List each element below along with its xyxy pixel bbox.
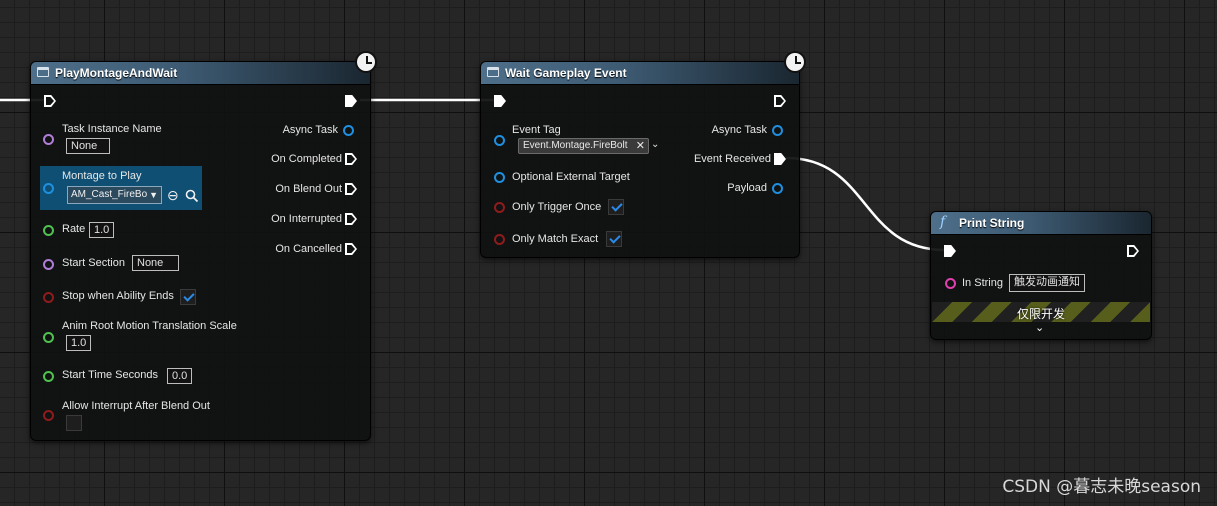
rate-pin[interactable] <box>43 225 54 236</box>
exec-output-pin[interactable] <box>774 95 786 107</box>
montage-asset-combo[interactable]: AM_Cast_FireBo ▼ <box>67 186 162 204</box>
rate-label: Rate <box>62 223 86 235</box>
montage-asset-value: AM_Cast_FireBo <box>71 189 148 200</box>
event-tag-value: Event.Montage.FireBolt <box>523 140 628 151</box>
exec-input-pin[interactable] <box>44 95 56 107</box>
stop-when-ability-ends-label: Stop when Ability Ends <box>62 290 174 302</box>
close-icon[interactable]: ✕ <box>636 139 645 153</box>
blueprint-node-icon <box>37 67 49 77</box>
start-section-label: Start Section <box>62 257 125 269</box>
clock-icon <box>355 51 377 73</box>
stop-when-ability-ends-pin[interactable] <box>43 292 54 303</box>
start-time-seconds-pin[interactable] <box>43 371 54 382</box>
on-completed-exec-pin[interactable] <box>345 153 357 165</box>
exec-wire-event-to-print <box>785 156 946 252</box>
development-only-label: 仅限开发 <box>1016 307 1065 321</box>
on-interrupted-label: On Interrupted <box>271 213 342 225</box>
exec-output-pin[interactable] <box>1127 245 1139 257</box>
anim-root-motion-pin[interactable] <box>43 332 54 343</box>
in-string-pin[interactable] <box>945 278 956 289</box>
in-string-input[interactable]: 触发动画通知 <box>1009 274 1085 292</box>
only-trigger-once-pin[interactable] <box>494 202 505 213</box>
rate-input[interactable]: 1.0 <box>89 222 115 238</box>
on-blend-out-label: On Blend Out <box>275 183 342 195</box>
event-tag-pin[interactable] <box>494 135 505 146</box>
node-header[interactable]: Wait Gameplay Event <box>481 62 799 85</box>
print-string-node[interactable]: f Print String In String 触发动画通知 仅限开发 ⌄ <box>930 211 1152 340</box>
optional-external-target-label: Optional External Target <box>512 171 630 183</box>
node-header[interactable]: PlayMontageAndWait <box>31 62 370 85</box>
watermark: CSDN @暮志未晚season <box>1002 477 1201 497</box>
event-tag-label: Event Tag <box>512 124 561 136</box>
wait-gameplay-event-node[interactable]: Wait Gameplay Event Event Tag Event.Mont… <box>480 51 806 258</box>
node-title: Print String <box>959 216 1025 230</box>
on-cancelled-label: On Cancelled <box>275 243 342 255</box>
exec-input-pin[interactable] <box>494 95 506 107</box>
blueprint-node-icon <box>487 67 499 77</box>
only-trigger-once-label: Only Trigger Once <box>512 201 602 213</box>
start-time-seconds-input[interactable]: 0.0 <box>167 368 193 384</box>
on-interrupted-exec-pin[interactable] <box>345 213 357 225</box>
async-task-pin[interactable] <box>772 125 783 136</box>
chevron-down-icon: ▼ <box>149 190 158 200</box>
task-instance-name-label: Task Instance Name <box>62 123 162 135</box>
async-task-pin[interactable] <box>343 125 354 136</box>
event-tag-chip[interactable]: Event.Montage.FireBolt ✕ <box>518 138 649 154</box>
node-title: Wait Gameplay Event <box>505 66 627 80</box>
stop-when-ability-ends-checkbox[interactable] <box>180 289 196 305</box>
event-received-exec-pin[interactable] <box>774 153 786 165</box>
only-match-exact-pin[interactable] <box>494 234 505 245</box>
on-completed-label: On Completed <box>271 153 342 165</box>
on-cancelled-exec-pin[interactable] <box>345 243 357 255</box>
montage-to-play-pin[interactable] <box>43 183 54 194</box>
clock-icon <box>784 51 806 73</box>
async-task-label: Async Task <box>711 124 767 136</box>
payload-label: Payload <box>727 182 767 194</box>
allow-interrupt-pin[interactable] <box>43 410 54 421</box>
anim-root-motion-input[interactable]: 1.0 <box>66 335 92 351</box>
async-task-label: Async Task <box>282 124 338 136</box>
allow-interrupt-label: Allow Interrupt After Blend Out <box>62 400 210 412</box>
exec-output-pin[interactable] <box>345 95 357 107</box>
browse-icon[interactable]: ⊖ <box>167 188 179 202</box>
development-only-banner: 仅限开发 <box>932 302 1150 322</box>
only-match-exact-label: Only Match Exact <box>512 233 599 245</box>
on-blend-out-exec-pin[interactable] <box>345 183 357 195</box>
anim-root-motion-label: Anim Root Motion Translation Scale <box>62 320 237 332</box>
search-icon[interactable] <box>185 189 199 203</box>
start-section-input[interactable]: None <box>132 255 179 271</box>
node-header[interactable]: f Print String <box>931 212 1151 235</box>
task-instance-name-input[interactable]: None <box>66 138 110 154</box>
only-trigger-once-checkbox[interactable] <box>608 199 624 215</box>
task-instance-name-pin[interactable] <box>43 134 54 145</box>
allow-interrupt-checkbox[interactable] <box>66 415 82 431</box>
chevron-down-icon[interactable]: ⌄ <box>651 139 659 150</box>
play-montage-and-wait-node[interactable]: PlayMontageAndWait Task Instance Name No… <box>30 51 377 441</box>
payload-pin[interactable] <box>772 183 783 194</box>
event-received-label: Event Received <box>693 153 771 165</box>
expand-chevron-icon[interactable]: ⌄ <box>1035 321 1044 334</box>
only-match-exact-checkbox[interactable] <box>606 231 622 247</box>
in-string-label: In String <box>962 277 1003 289</box>
optional-external-target-pin[interactable] <box>494 172 505 183</box>
start-time-seconds-label: Start Time Seconds <box>62 369 158 381</box>
function-icon: f <box>940 214 946 230</box>
node-title: PlayMontageAndWait <box>55 66 178 80</box>
start-section-pin[interactable] <box>43 259 54 270</box>
exec-input-pin[interactable] <box>944 245 956 257</box>
montage-to-play-label: Montage to Play <box>62 170 142 182</box>
